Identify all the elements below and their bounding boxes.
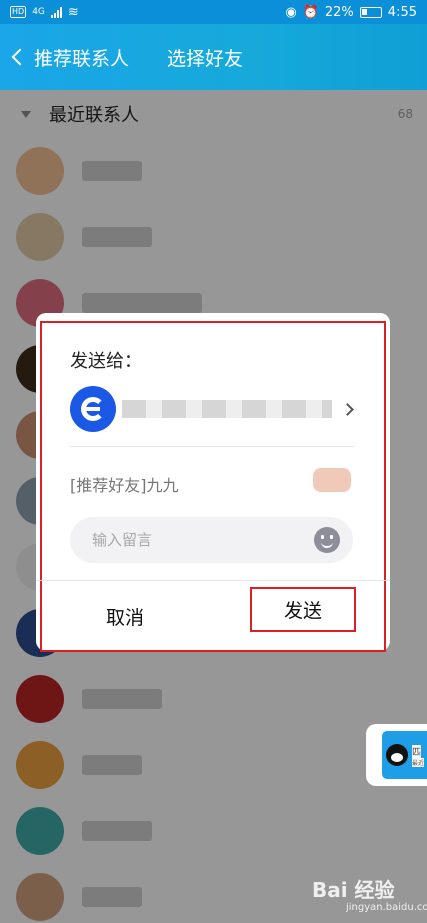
recipient-row[interactable] — [70, 386, 356, 432]
chevron-left-icon — [11, 48, 29, 66]
recipient-avatar — [70, 386, 116, 432]
alarm-icon: ⏰ — [302, 4, 319, 20]
send-button[interactable]: 发送 — [250, 587, 356, 632]
back-label: 推荐联系人 — [34, 47, 130, 70]
floating-text-2: 最近 — [412, 758, 425, 767]
card-thumbnail — [313, 468, 351, 492]
network-type: 4G — [32, 7, 45, 17]
button-divider — [36, 580, 390, 581]
card-text: [推荐好友]九九 — [70, 476, 179, 495]
message-input[interactable] — [70, 517, 353, 563]
watermark-url: jingyan.baidu.com — [346, 902, 427, 913]
signal-icon — [50, 6, 62, 18]
page-title: 选择好友 — [167, 47, 244, 70]
cancel-button[interactable]: 取消 — [70, 596, 180, 636]
floating-text-1: 匹 — [412, 745, 422, 758]
penguin-icon — [386, 744, 408, 766]
status-bar: HD 4G ≋ ◉ ⏰ 22% 4:55 — [0, 0, 427, 24]
back-button[interactable]: 推荐联系人 — [11, 44, 130, 71]
battery-icon — [359, 6, 382, 18]
logo-bar — [86, 407, 100, 411]
eye-icon: ◉ — [285, 4, 297, 20]
title-bar: 推荐联系人 选择好友 — [0, 24, 427, 90]
battery-percent: 22% — [324, 4, 354, 20]
wifi-icon: ≋ — [67, 4, 79, 20]
recipient-name-blurred — [122, 400, 332, 418]
hd-badge: HD — [10, 6, 27, 18]
send-to-label: 发送给： — [70, 351, 142, 372]
watermark-logo: Bai 经验 — [312, 878, 395, 902]
divider — [70, 446, 354, 447]
chevron-right-icon — [341, 402, 354, 416]
clock: 4:55 — [387, 4, 417, 20]
emoji-icon[interactable] — [314, 527, 340, 553]
